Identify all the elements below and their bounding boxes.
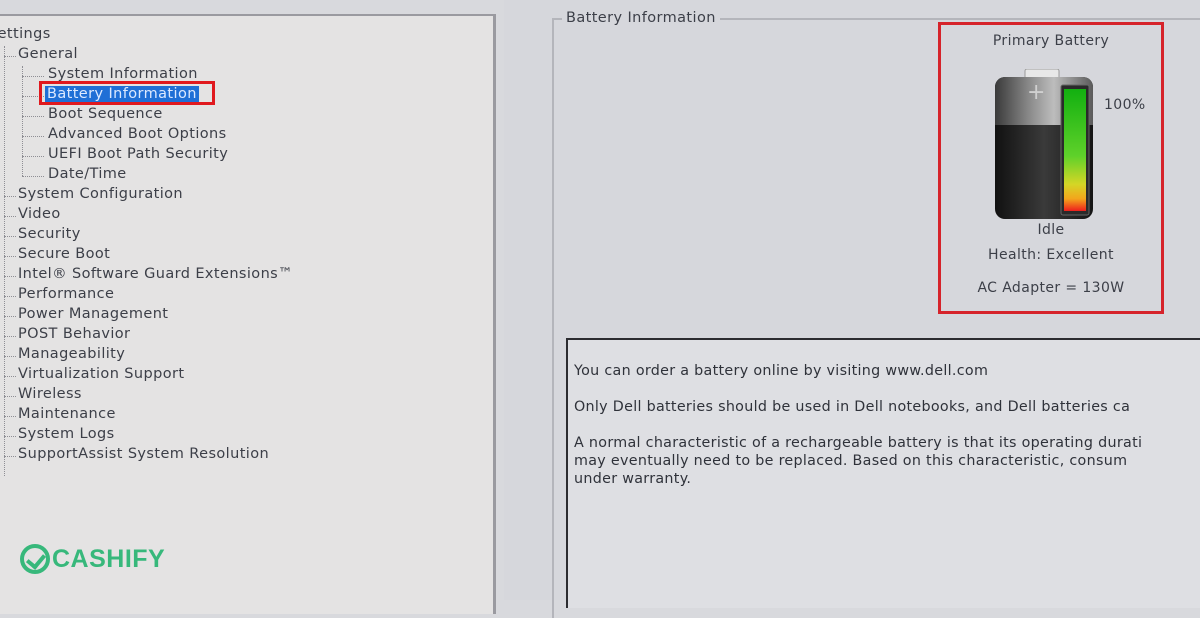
tree-line <box>4 56 16 57</box>
tree-item-manageability[interactable]: Manageability <box>18 344 125 364</box>
highlight-box-selected <box>39 81 215 105</box>
cashify-check-icon <box>20 544 50 574</box>
tree-line <box>4 196 16 197</box>
logo-text: CASHIFY <box>52 544 166 573</box>
tree-line <box>4 216 16 217</box>
tree-item-general[interactable]: General <box>18 44 78 64</box>
tree-line <box>22 176 44 177</box>
tree-item-sgx[interactable]: Intel® Software Guard Extensions™ <box>18 264 293 284</box>
info-line: A normal characteristic of a rechargeabl… <box>574 435 1143 451</box>
tree-item-wireless[interactable]: Wireless <box>18 384 82 404</box>
tree-line <box>22 66 23 176</box>
tree-item-date-time[interactable]: Date/Time <box>48 164 127 184</box>
info-line: Only Dell batteries should be used in De… <box>574 399 1131 415</box>
battery-icon: + <box>995 69 1093 219</box>
tree-item-post-behavior[interactable]: POST Behavior <box>18 324 130 344</box>
tree-line <box>4 396 16 397</box>
tree-item-boot-sequence[interactable]: Boot Sequence <box>48 104 163 124</box>
info-line: under warranty. <box>574 471 692 487</box>
tree-line <box>22 76 44 77</box>
tree-line <box>4 416 16 417</box>
tree-line <box>4 356 16 357</box>
tree-item-supportassist[interactable]: SupportAssist System Resolution <box>18 444 269 464</box>
tree-line <box>4 376 16 377</box>
tree-item-secure-boot[interactable]: Secure Boot <box>18 244 110 264</box>
tree-item-system-logs[interactable]: System Logs <box>18 424 115 444</box>
tree-line <box>4 336 16 337</box>
tree-line <box>4 296 16 297</box>
tree-line <box>4 316 16 317</box>
tree-item-uefi-boot-path-security[interactable]: UEFI Boot Path Security <box>48 144 228 164</box>
tree-line <box>4 46 5 476</box>
tree-item-system-configuration[interactable]: System Configuration <box>18 184 183 204</box>
tree-line <box>4 276 16 277</box>
battery-percent: 100% <box>1104 97 1146 113</box>
info-line: You can order a battery online by visiti… <box>574 363 989 379</box>
battery-level-fill <box>1064 89 1086 211</box>
settings-tree-panel: Settings General System Information Batt… <box>0 14 496 614</box>
primary-battery-box: Primary Battery + 100% Idle Health: Exce… <box>938 22 1164 314</box>
tree-line <box>4 236 16 237</box>
battery-info-text-box: You can order a battery online by visiti… <box>566 338 1200 608</box>
battery-info-panel: Battery Information Primary Battery + 10… <box>504 0 1200 618</box>
info-line: may eventually need to be replaced. Base… <box>574 453 1128 469</box>
tree-item-advanced-boot-options[interactable]: Advanced Boot Options <box>48 124 227 144</box>
tree-item-video[interactable]: Video <box>18 204 61 224</box>
battery-heading: Primary Battery <box>992 33 1110 49</box>
tree-line <box>22 116 44 117</box>
battery-state: Idle <box>1037 222 1065 238</box>
tree-line <box>22 136 44 137</box>
panel-title: Battery Information <box>562 10 720 26</box>
tree-line <box>4 436 16 437</box>
tree-item-performance[interactable]: Performance <box>18 284 114 304</box>
battery-health: Health: Excellent <box>988 247 1114 263</box>
tree-root-settings[interactable]: Settings <box>0 24 51 44</box>
ac-adapter-rating: AC Adapter = 130W <box>977 280 1125 296</box>
svg-text:+: + <box>1027 80 1045 105</box>
tree-line <box>4 256 16 257</box>
tree-item-power-management[interactable]: Power Management <box>18 304 168 324</box>
cashify-logo: CASHIFY <box>20 539 165 579</box>
tree-item-virtualization-support[interactable]: Virtualization Support <box>18 364 184 384</box>
tree-item-security[interactable]: Security <box>18 224 81 244</box>
settings-tree: Settings General System Information Batt… <box>0 16 493 614</box>
tree-line <box>22 156 44 157</box>
tree-line <box>4 456 16 457</box>
tree-item-maintenance[interactable]: Maintenance <box>18 404 116 424</box>
